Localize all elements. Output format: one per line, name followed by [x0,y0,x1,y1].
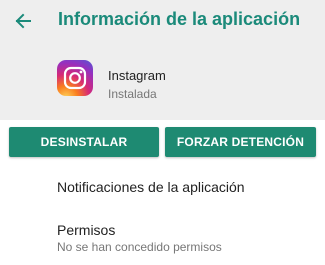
uninstall-button[interactable]: DESINSTALAR [9,127,159,157]
force-stop-button[interactable]: FORZAR DETENCIÓN [165,127,316,157]
back-button[interactable] [10,8,36,34]
permissions-summary: No se han concedido permisos [57,240,222,254]
arrow-left-icon [15,13,31,29]
page-title: Información de la aplicación [58,9,301,29]
app-install-status: Instalada [108,87,157,101]
permissions-setting[interactable]: Permisos [57,222,115,238]
instagram-icon [57,60,93,96]
app-name: Instagram [108,68,166,83]
app-header: Información de la aplicación Instagram I… [0,0,325,120]
notifications-setting[interactable]: Notificaciones de la aplicación [57,179,245,195]
